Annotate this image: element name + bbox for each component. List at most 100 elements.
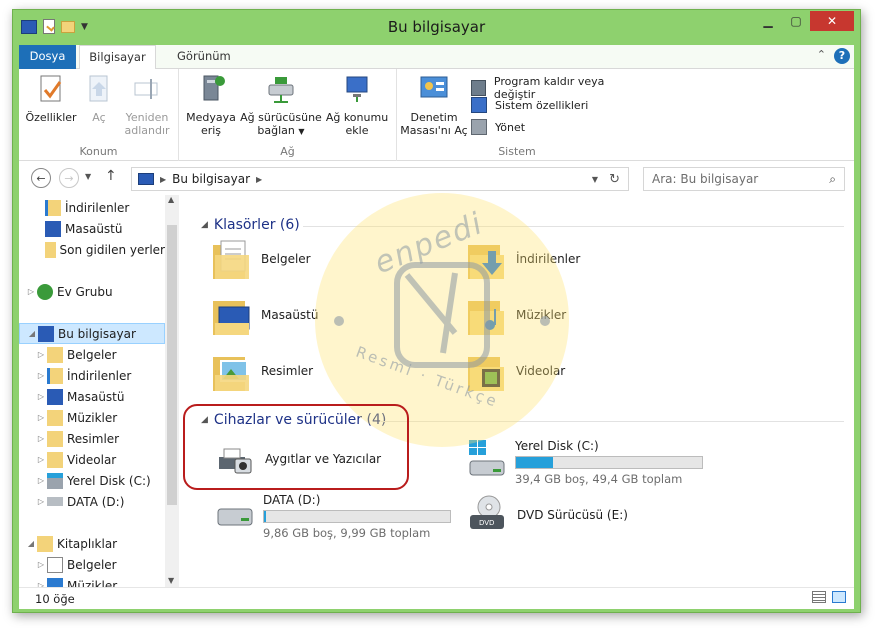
sidebar-item-homegroup[interactable]: ▷ Ev Grubu [19, 281, 165, 302]
tab-file[interactable]: Dosya [19, 45, 76, 69]
media-server-icon [203, 75, 225, 101]
breadcrumb-separator-icon[interactable]: ▶ [160, 175, 166, 184]
expand-arrow-icon[interactable]: ▷ [35, 371, 47, 380]
folder-item-desktop[interactable]: Masaüstü [211, 293, 318, 337]
add-network-location-button[interactable]: Ağ konumu ekle [325, 73, 389, 137]
item-count: 10 öğe [35, 591, 75, 606]
documents-library-icon [47, 556, 63, 573]
refresh-icon[interactable]: ↻ [609, 172, 620, 187]
search-icon[interactable]: ⌕ [829, 172, 836, 187]
sidebar-item-library-documents[interactable]: ▷ Belgeler [19, 554, 165, 575]
windows-drive-icon [47, 472, 63, 489]
drive-item-d[interactable]: DATA (D:) 9,86 GB boş, 9,99 GB toplam [215, 493, 451, 540]
expand-arrow-icon[interactable]: ▷ [35, 392, 47, 401]
scroll-down-icon[interactable]: ▼ [168, 576, 174, 585]
back-button[interactable]: ← [31, 168, 51, 188]
properties-button[interactable]: Özellikler [25, 73, 77, 124]
breadcrumb[interactable]: Bu bilgisayar [172, 172, 250, 186]
breadcrumb-separator-icon[interactable]: ▶ [256, 175, 262, 184]
address-bar[interactable]: ▶ Bu bilgisayar ▶ ▼ ↻ [131, 167, 629, 191]
folder-item-documents[interactable]: Belgeler [211, 237, 311, 281]
forward-button[interactable]: → [59, 168, 79, 188]
drive-item-e[interactable]: DVD DVD Sürücüsü (E:) [467, 493, 628, 537]
sidebar-item-recent-places[interactable]: Son gidilen yerler [19, 239, 165, 260]
group-label-network: Ağ [280, 145, 295, 158]
rename-button[interactable]: Yeniden adlandır [119, 73, 175, 137]
programs-icon [471, 80, 486, 96]
svg-text:DVD: DVD [479, 519, 494, 527]
desktop-folder-icon [213, 301, 250, 335]
up-button[interactable]: ↑ [105, 168, 117, 184]
address-dropdown-icon[interactable]: ▼ [592, 175, 598, 184]
details-view-icon[interactable] [812, 591, 826, 603]
tab-computer[interactable]: Bilgisayar [79, 45, 156, 70]
expand-arrow-icon[interactable]: ▷ [35, 350, 47, 359]
sidebar-item-downloads-pc[interactable]: ▷ İndirilenler [19, 365, 165, 386]
sidebar-item-this-pc[interactable]: ◢ Bu bilgisayar [19, 323, 165, 344]
window-title: Bu bilgisayar [387, 18, 486, 36]
documents-folder-icon [47, 346, 63, 363]
sidebar-item-desktop[interactable]: Masaüstü [19, 218, 165, 239]
sidebar-item-data-d[interactable]: ▷ DATA (D:) [19, 491, 165, 512]
minimize-button[interactable]: ▁ [754, 11, 782, 31]
manage-button[interactable]: Yönet [471, 119, 525, 135]
computer-icon [138, 173, 154, 185]
expand-arrow-icon[interactable]: ▷ [25, 287, 37, 296]
expand-arrow-icon[interactable]: ▷ [35, 560, 47, 569]
music-folder-icon [47, 409, 63, 426]
drive-icon [47, 497, 63, 506]
drive-d-usage-bar [263, 510, 451, 523]
recent-places-icon [45, 241, 56, 258]
collapse-ribbon-icon[interactable]: ⌃ [817, 48, 826, 64]
collapse-arrow-icon[interactable]: ◢ [26, 329, 38, 338]
sidebar-item-local-disk-c[interactable]: ▷ Yerel Disk (C:) [19, 470, 165, 491]
downloads-folder-icon [47, 367, 63, 384]
sidebar-item-libraries[interactable]: ◢ Kitaplıklar [19, 533, 165, 554]
collapse-arrow-icon[interactable]: ◢ [25, 539, 37, 548]
scrollbar-thumb[interactable] [167, 225, 177, 505]
media-access-button[interactable]: Medyaya eriş [185, 73, 237, 137]
tab-view[interactable]: Görünüm [165, 45, 243, 69]
large-icons-view-icon[interactable] [832, 591, 846, 603]
recent-locations-icon[interactable]: ▼ [85, 172, 91, 181]
sidebar-item-documents[interactable]: ▷ Belgeler [19, 344, 165, 365]
network-location-icon [346, 76, 368, 102]
folder-item-pictures[interactable]: Resimler [211, 349, 313, 393]
navigation-pane-scrollbar[interactable]: ▲ ▼ [165, 195, 179, 587]
title-bar: ▼ Bu bilgisayar ▁ ▢ ✕ [13, 10, 860, 43]
sidebar-item-videos[interactable]: ▷ Videolar [19, 449, 165, 470]
help-icon[interactable]: ? [834, 48, 850, 64]
desktop-icon [45, 220, 61, 237]
collapse-section-icon[interactable]: ◢ [201, 220, 208, 230]
control-panel-icon [420, 76, 448, 98]
pictures-folder-icon [213, 357, 249, 391]
dvd-drive-icon: DVD [470, 495, 504, 529]
system-properties-button[interactable]: Sistem özellikleri [471, 97, 588, 113]
sidebar-item-music[interactable]: ▷ Müzikler [19, 407, 165, 428]
dropdown-arrow-icon: ▼ [298, 127, 305, 136]
sidebar-item-library-music[interactable]: ▷ Müzikler [19, 575, 165, 587]
status-bar: 10 öğe [19, 587, 854, 609]
expand-arrow-icon[interactable]: ▷ [35, 455, 47, 464]
expand-arrow-icon[interactable]: ▷ [35, 413, 47, 422]
folders-section-header[interactable]: ◢ Klasörler (6) [201, 217, 300, 233]
ribbon: Özellikler Aç Yeniden adlandır Konum Med… [19, 69, 854, 161]
expand-arrow-icon[interactable]: ▷ [35, 434, 47, 443]
sidebar-item-desktop-pc[interactable]: ▷ Masaüstü [19, 386, 165, 407]
search-input[interactable]: Ara: Bu bilgisayar ⌕ [643, 167, 845, 191]
navigation-pane: İndirilenler Masaüstü Son gidilen yerler… [19, 195, 179, 587]
maximize-button[interactable]: ▢ [782, 11, 810, 31]
scroll-up-icon[interactable]: ▲ [168, 195, 174, 204]
expand-arrow-icon[interactable]: ▷ [35, 476, 47, 485]
ribbon-group-location: Özellikler Aç Yeniden adlandır Konum [19, 69, 179, 161]
expand-arrow-icon[interactable]: ▷ [35, 497, 47, 506]
sidebar-item-downloads[interactable]: İndirilenler [19, 197, 165, 218]
map-network-drive-button[interactable]: Ağ sürücüsüne bağlan ▼ [239, 73, 323, 138]
desktop-folder-icon [47, 388, 63, 405]
sidebar-item-pictures[interactable]: ▷ Resimler [19, 428, 165, 449]
open-icon [89, 75, 108, 102]
open-button[interactable]: Aç [81, 73, 117, 124]
close-button[interactable]: ✕ [810, 11, 854, 31]
control-panel-button[interactable]: Denetim Masası'nı Aç [399, 73, 469, 137]
ribbon-group-network: Medyaya eriş Ağ sürücüsüne bağlan ▼ Ağ k… [179, 69, 397, 161]
